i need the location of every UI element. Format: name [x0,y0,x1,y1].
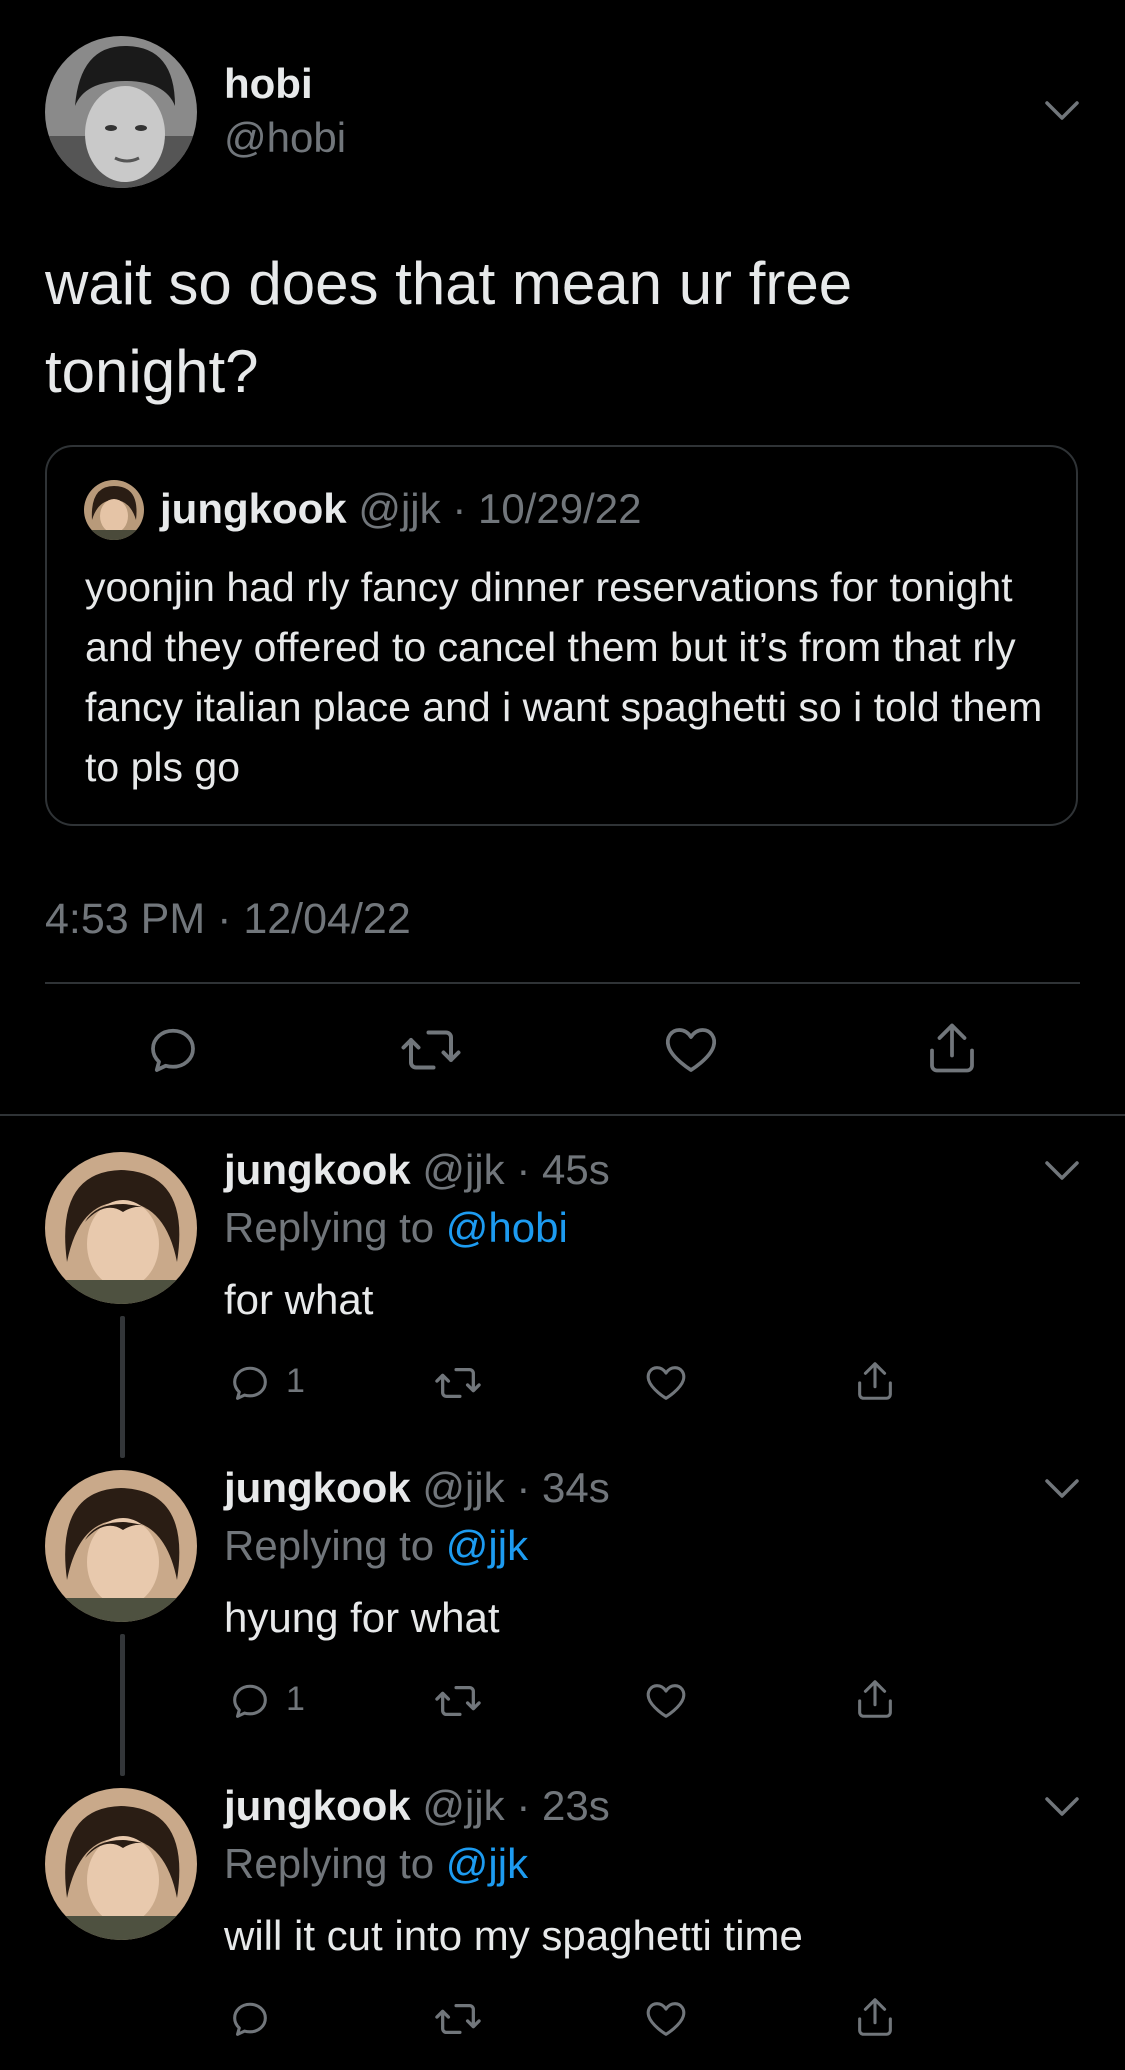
reply-text: hyung for what [224,1594,500,1641]
reply-author-name[interactable]: jungkook [224,1782,411,1829]
reply-author-name[interactable]: jungkook [224,1464,411,1511]
replying-to-prefix: Replying to [224,1204,435,1251]
replying-to-link[interactable]: @jjk [446,1522,528,1569]
retweet-icon[interactable] [432,1678,484,1724]
reply-header: jungkook @jjk · 23s [224,1782,610,1830]
reply-time: · 23s [516,1782,610,1829]
replying-to-prefix: Replying to [224,1840,435,1887]
replying-to: Replying to @jjk [224,1522,528,1570]
reply-author-handle[interactable]: @jjk [422,1464,504,1511]
reply-author-avatar[interactable] [45,1470,197,1622]
like-icon[interactable] [661,1020,721,1080]
reply-icon[interactable] [227,1678,273,1724]
divider [45,982,1080,984]
retweet-icon[interactable] [432,1996,484,2042]
chevron-down-icon[interactable] [1044,1478,1080,1505]
replying-to-link[interactable]: @hobi [446,1204,568,1251]
replying-to-prefix: Replying to [224,1522,435,1569]
replying-to: Replying to @hobi [224,1204,568,1252]
retweet-icon[interactable] [432,1360,484,1406]
reply-author-name[interactable]: jungkook [224,1146,411,1193]
tweet-text: wait so does that mean ur free tonight? [45,250,853,405]
share-icon[interactable] [852,1676,898,1722]
share-icon[interactable] [852,1994,898,2040]
reply-header: jungkook @jjk · 34s [224,1464,610,1512]
hobi-avatar[interactable] [45,36,197,188]
replying-to-link[interactable]: @jjk [446,1840,528,1887]
chevron-down-icon[interactable] [1044,1796,1080,1823]
tweet-author-handle[interactable]: @hobi [224,114,346,162]
quoted-tweet-text: yoonjin had rly fancy dinner reservation… [85,564,1043,790]
replying-to: Replying to @jjk [224,1840,528,1888]
reply-author-handle[interactable]: @jjk [422,1782,504,1829]
share-icon[interactable] [922,1018,982,1078]
tweet-author-name[interactable]: hobi [224,60,313,108]
reply-count: 1 [286,1362,305,1400]
quoted-tweet-header: jungkook @jjk · 10/29/22 [160,485,641,533]
reply-icon[interactable] [227,1360,273,1406]
reply-icon[interactable] [143,1020,203,1080]
thread-line [120,1634,125,1776]
reply-count: 1 [286,1680,305,1718]
reply-text: will it cut into my spaghetti time [224,1912,803,1959]
like-icon[interactable] [643,1360,689,1406]
share-icon[interactable] [852,1358,898,1404]
chevron-down-icon[interactable] [1044,1160,1080,1187]
reply-header: jungkook @jjk · 45s [224,1146,610,1194]
quoted-author-avatar [84,480,144,540]
divider [0,1114,1125,1116]
reply-text: for what [224,1276,374,1323]
reply-author-avatar[interactable] [45,1152,197,1304]
like-icon[interactable] [643,1678,689,1724]
retweet-icon[interactable] [398,1020,464,1080]
tweet-timestamp[interactable]: 4:53 PM · 12/04/22 [45,895,411,944]
chevron-down-icon[interactable] [1044,100,1080,127]
reply-time: · 45s [516,1146,610,1193]
like-icon[interactable] [643,1996,689,2042]
quoted-author-handle: @jjk [358,485,441,532]
reply-author-handle[interactable]: @jjk [422,1146,504,1193]
thread-line [120,1316,125,1458]
reply-time: · 34s [516,1464,610,1511]
quoted-author-name: jungkook [160,485,347,532]
reply-icon[interactable] [227,1996,273,2042]
quoted-tweet-date: · 10/29/22 [452,485,642,532]
reply-author-avatar[interactable] [45,1788,197,1940]
